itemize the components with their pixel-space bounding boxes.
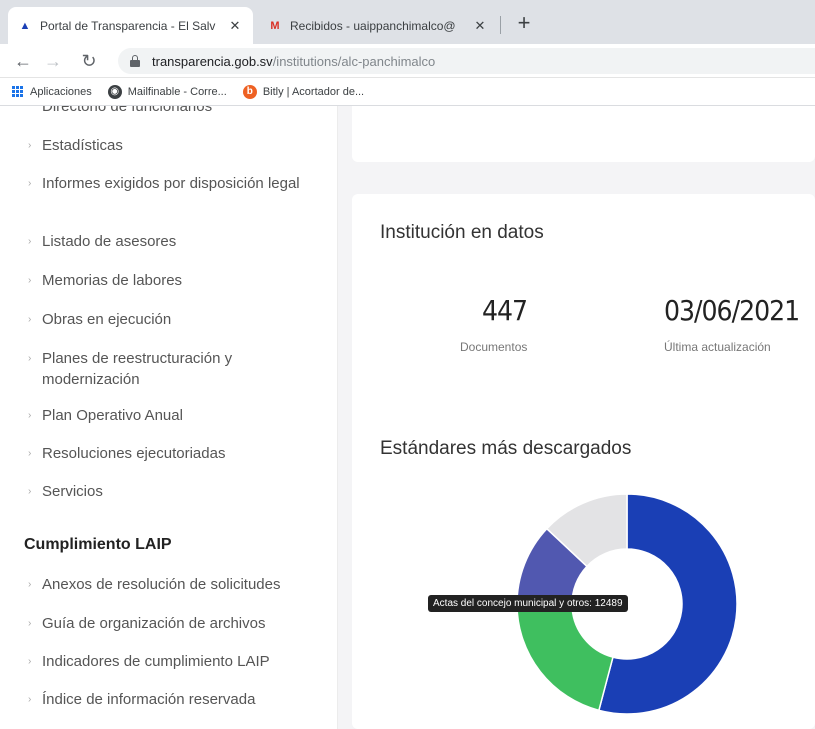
top-card xyxy=(352,106,815,162)
standards-title: Estándares más descargados xyxy=(380,438,632,459)
bitly-icon: b xyxy=(242,84,257,99)
chevron-right-icon: › xyxy=(28,178,32,189)
address-bar[interactable]: transparencia.gob.sv/institutions/alc-pa… xyxy=(118,48,815,74)
chevron-right-icon: › xyxy=(28,656,32,667)
chevron-right-icon: › xyxy=(28,448,32,459)
chevron-right-icon: › xyxy=(28,579,32,590)
chevron-right-icon: › xyxy=(28,618,32,629)
chevron-right-icon: › xyxy=(28,410,32,421)
chevron-right-icon: › xyxy=(28,486,32,497)
bookmark-label: Mailfinable - Corre... xyxy=(127,85,227,98)
chevron-right-icon: › xyxy=(28,236,32,247)
sidebar-item-obras[interactable]: › Obras en ejecución xyxy=(28,309,328,330)
reload-icon[interactable]: ↻ xyxy=(78,50,100,72)
chevron-right-icon: › xyxy=(28,314,32,325)
sidebar-item-servicios[interactable]: › Servicios xyxy=(28,481,328,502)
chevron-right-icon: › xyxy=(28,275,32,286)
gmail-favicon-icon: M xyxy=(270,19,280,32)
chart-tooltip: Actas del concejo municipal y otros: 124… xyxy=(428,595,628,612)
page-content: Directorio de funcionarios › Estadística… xyxy=(0,106,815,729)
sidebar: Directorio de funcionarios › Estadística… xyxy=(0,106,338,729)
close-tab-icon[interactable]: ✕ xyxy=(472,18,488,34)
institution-title: Institución en datos xyxy=(380,222,544,243)
last-updated-label: Última actualización xyxy=(664,340,771,354)
browser-tab-bar: ▲ Portal de Transparencia - El Salv ✕ M … xyxy=(0,0,815,44)
last-updated-date: 03/06/2021 xyxy=(664,294,800,327)
sidebar-item-memorias[interactable]: › Memorias de labores xyxy=(28,270,328,291)
back-arrow-icon[interactable]: ← xyxy=(12,50,34,72)
chevron-right-icon: › xyxy=(28,140,32,151)
sidebar-item-indicadores[interactable]: › Indicadores de cumplimiento LAIP xyxy=(28,651,328,672)
sidebar-section-heading: Cumplimiento LAIP xyxy=(24,536,172,553)
sidebar-item-asesores[interactable]: › Listado de asesores xyxy=(28,231,328,252)
browser-tab-transparencia[interactable]: ▲ Portal de Transparencia - El Salv ✕ xyxy=(8,7,253,44)
donut-slice-1[interactable] xyxy=(516,603,614,712)
apps-grid-icon xyxy=(10,85,24,99)
forward-arrow-icon[interactable]: → xyxy=(42,50,64,72)
chevron-right-icon: › xyxy=(28,694,32,705)
sidebar-item-cut[interactable]: Directorio de funcionarios xyxy=(42,106,212,115)
institution-data-card: Institución en datos 447 Documentos 03/0… xyxy=(352,194,815,729)
transparencia-favicon-icon: ▲ xyxy=(19,19,31,32)
chevron-right-icon: › xyxy=(28,353,32,364)
sidebar-item-planes[interactable]: › Planes de reestructuración y moderniza… xyxy=(28,348,328,390)
documents-count: 447 xyxy=(482,294,528,327)
sidebar-item-resoluciones[interactable]: › Resoluciones ejecutoriadas xyxy=(28,443,328,464)
tab-separator xyxy=(500,16,501,34)
sidebar-item-indice[interactable]: › Índice de información reservada xyxy=(28,689,328,710)
bookmark-label: Bitly | Acortador de... xyxy=(262,85,365,98)
bookmark-bitly[interactable]: b Bitly | Acortador de... xyxy=(242,84,365,99)
close-tab-icon[interactable]: ✕ xyxy=(227,18,243,34)
sidebar-item-guia[interactable]: › Guía de organización de archivos xyxy=(28,613,328,634)
bookmark-label: Aplicaciones xyxy=(30,85,92,98)
browser-tab-gmail[interactable]: M Recibidos - uaippanchimalco@ ✕ xyxy=(258,7,498,44)
lock-icon[interactable] xyxy=(130,55,140,67)
mailfinable-icon: ◉ xyxy=(107,84,122,99)
new-tab-button[interactable]: + xyxy=(510,10,538,38)
sidebar-item-informes[interactable]: › Informes exigidos por disposición lega… xyxy=(28,173,328,194)
bookmark-aplicaciones[interactable]: Aplicaciones xyxy=(10,85,92,99)
sidebar-item-poa[interactable]: › Plan Operativo Anual xyxy=(28,405,328,426)
tab-title: Portal de Transparencia - El Salv xyxy=(40,18,216,33)
browser-toolbar: ← → ↻ transparencia.gob.sv/institutions/… xyxy=(0,44,815,78)
bookmark-mailfinable[interactable]: ◉ Mailfinable - Corre... xyxy=(107,84,227,99)
tab-title: Recibidos - uaippanchimalco@ xyxy=(290,18,456,33)
sidebar-item-anexos[interactable]: › Anexos de resolución de solicitudes xyxy=(28,574,328,595)
url-path: /institutions/alc-panchimalco xyxy=(272,53,436,69)
bookmarks-bar: Aplicaciones ◉ Mailfinable - Corre... b … xyxy=(0,78,815,106)
url-host: transparencia.gob.sv xyxy=(152,53,273,69)
sidebar-item-estadisticas[interactable]: › Estadísticas xyxy=(28,135,328,156)
documents-label: Documentos xyxy=(460,340,528,354)
